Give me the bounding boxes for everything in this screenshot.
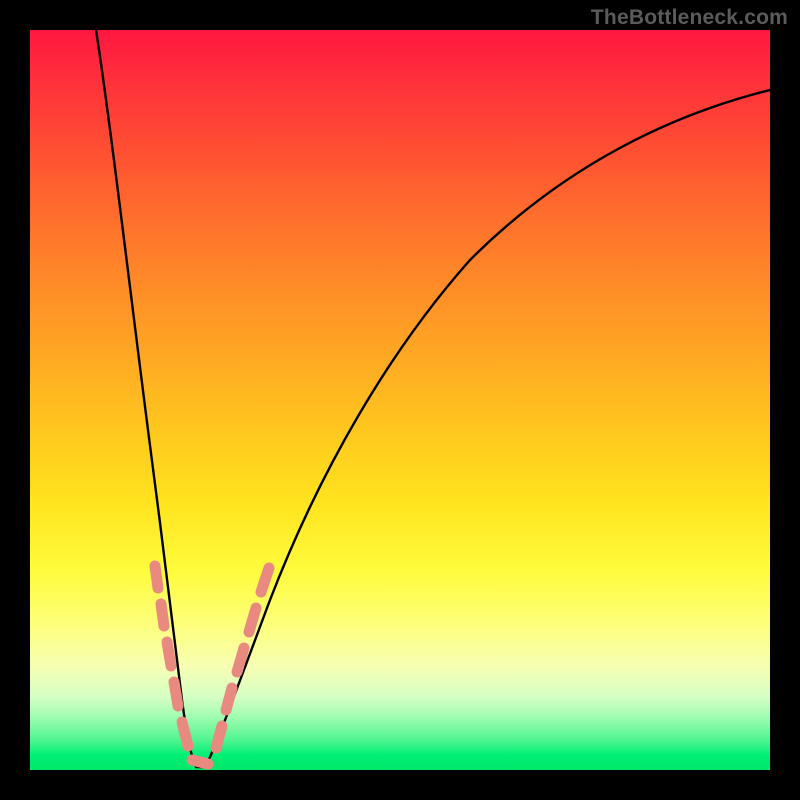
chart-frame: TheBottleneck.com <box>0 0 800 800</box>
marker-seg <box>216 726 222 748</box>
marker-seg <box>167 642 171 666</box>
plot-area <box>30 30 770 770</box>
marker-seg <box>237 648 244 672</box>
marker-group <box>155 566 269 764</box>
marker-seg <box>161 604 164 626</box>
marker-seg <box>155 566 158 588</box>
marker-seg <box>226 688 232 710</box>
marker-seg <box>261 568 269 592</box>
marker-seg <box>192 760 208 764</box>
curve-svg <box>30 30 770 770</box>
marker-seg <box>182 722 188 746</box>
watermark-text: TheBottleneck.com <box>591 6 788 30</box>
bottleneck-curve <box>96 30 770 767</box>
marker-seg <box>174 682 178 706</box>
marker-seg <box>249 608 256 632</box>
